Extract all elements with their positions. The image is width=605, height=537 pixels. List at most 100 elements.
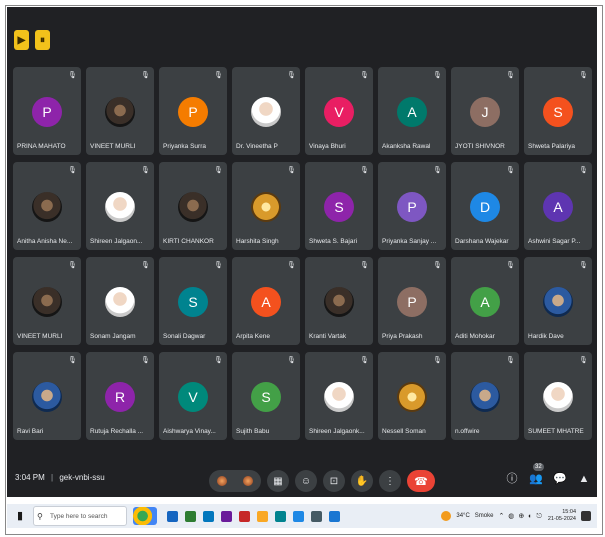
participant-name: Aishwarya Vinay... [163,428,216,435]
tray-icons[interactable]: ⌃ ◍ ⊕ ◐ ⎋ [498,512,542,521]
participant-tile[interactable]: 🎙 S Shweta S. Bajari [305,162,373,250]
emoji-button[interactable]: ☺ [295,470,317,492]
mic-off-icon: 🎙 [214,167,223,174]
captions-button[interactable]: ▦ [267,470,289,492]
participant-tile[interactable]: 🎙 R Rutuja Rechalla ... [86,352,154,440]
mic-off-icon: 🎙 [68,262,77,269]
participant-tile[interactable]: 🎙 Ravi Bari [13,352,81,440]
taskbar-search[interactable]: ⚲ Type here to search [33,506,127,526]
participant-name: Arpita Kene [236,333,270,340]
participant-tile[interactable]: 🎙 A Aditi Mohokar [451,257,519,345]
pause-indicator-icon[interactable]: ⏸ [35,30,50,50]
participant-name: Hardik Dave [528,333,564,340]
record-indicator-icon[interactable]: ▶ [14,30,29,50]
activities-icon[interactable]: ▲ [577,472,591,486]
mic-off-icon: 🎙 [579,167,588,174]
participant-name: Sonali Dagwar [163,333,206,340]
participant-tile[interactable]: 🎙 Nessell Soman [378,352,446,440]
taskbar-app-icon[interactable] [275,510,286,522]
separator: | [51,473,54,482]
participant-name: Shweta Palariya [528,143,575,150]
participant-tile[interactable]: 🎙 P Priya Prakash [378,257,446,345]
participant-tile[interactable]: 🎙 Anitha Anisha Ne... [13,162,81,250]
mic-off-icon: 🎙 [360,167,369,174]
taskbar-app-icon[interactable] [167,510,178,522]
avatar [105,192,135,222]
mic-off-icon: 🎙 [141,357,150,364]
mic-off-icon: 🎙 [287,262,296,269]
participant-tile[interactable]: 🎙 Shireen Jalgaonk... [305,352,373,440]
participant-tile[interactable]: 🎙 D Darshana Wajekar [451,162,519,250]
meeting-details-icon[interactable]: ⓘ [505,472,519,486]
people-button[interactable]: 32 👥 [529,463,544,486]
taskbar-app-icon[interactable] [293,510,304,522]
avatar: J [470,97,500,127]
participant-tile[interactable]: 🎙 KIRTI CHANKOR [159,162,227,250]
avatar: A [470,287,500,317]
mic-off-icon: 🎙 [360,357,369,364]
participant-tile[interactable]: 🎙 VINEET MURLI [13,257,81,345]
participant-name: JYOTI SHIVNOR [455,143,505,150]
participant-tile[interactable]: 🎙 V Vinaya Bhuri [305,67,373,155]
reactions-button[interactable] [209,470,261,492]
participant-tile[interactable]: 🎙 P PRINA MAHATO [13,67,81,155]
participant-tile[interactable]: 🎙 S Shweta Palariya [524,67,592,155]
participant-tile[interactable]: 🎙 V Aishwarya Vinay... [159,352,227,440]
widgets-icon[interactable] [133,507,157,525]
end-call-button[interactable]: ☎ [407,470,435,492]
mic-off-icon: 🎙 [141,262,150,269]
taskbar-app-icon[interactable] [329,510,340,522]
taskbar-app-icon[interactable] [239,510,250,522]
avatar [324,287,354,317]
avatar: A [543,192,573,222]
mic-off-icon: 🎙 [287,357,296,364]
participant-name: PRINA MAHATO [17,143,66,150]
participant-tile[interactable]: 🎙 S Sonali Dagwar [159,257,227,345]
participant-name: Rutuja Rechalla ... [90,428,144,435]
participant-tile[interactable]: 🎙 Harshita Singh [232,162,300,250]
participant-name: Priyanka Sanjay ... [382,238,437,245]
taskbar-app-icon[interactable] [185,510,196,522]
participant-tile[interactable]: 🎙 Hardik Dave [524,257,592,345]
windows-taskbar: ▮ ⚲ Type here to search 34°C Smoke ⌃ ◍ ⊕… [7,504,597,528]
participant-tile[interactable]: 🎙 P Priyanka Sanjay ... [378,162,446,250]
center-controls: ▦ ☺ ⊡ ✋ ⋮ ☎ [209,470,435,492]
mic-off-icon: 🎙 [68,167,77,174]
mic-off-icon: 🎙 [433,167,442,174]
participant-tile[interactable]: 🎙 VINEET MURLI [86,67,154,155]
participant-tile[interactable]: 🎙 A Akanksha Rawal [378,67,446,155]
participant-tile[interactable]: 🎙 Dr. Vineetha P [232,67,300,155]
more-options-button[interactable]: ⋮ [379,470,401,492]
avatar: S [324,192,354,222]
start-button[interactable]: ▮ [13,509,27,523]
meeting-controls-bar: 3:04 PM | gek-vnbi-ssu ▦ ☺ ⊡ ✋ ⋮ ☎ ⓘ 32 … [7,463,597,497]
taskbar-app-icon[interactable] [203,510,214,522]
taskbar-app-icon[interactable] [257,510,268,522]
participant-tile[interactable]: 🎙 P Priyanka Surra [159,67,227,155]
participant-name: Nessell Soman [382,428,426,435]
raise-hand-button[interactable]: ✋ [351,470,373,492]
participant-tile[interactable]: 🎙 n.offwire [451,352,519,440]
participant-tile[interactable]: 🎙 A Ashwini Sagar P... [524,162,592,250]
present-button[interactable]: ⊡ [323,470,345,492]
avatar [105,287,135,317]
participant-tile[interactable]: 🎙 Sonam Jangam [86,257,154,345]
taskbar-app-icon[interactable] [221,510,232,522]
participant-tile[interactable]: 🎙 Shireen Jalgaon... [86,162,154,250]
notification-icon[interactable] [581,511,591,521]
participant-tile[interactable]: 🎙 SUMEET MHATRE [524,352,592,440]
chat-icon[interactable]: 💬 [553,472,567,486]
participant-tile[interactable]: 🎙 A Arpita Kene [232,257,300,345]
participant-name: VINEET MURLI [17,333,63,340]
participant-tile[interactable]: 🎙 Kranti Vartak [305,257,373,345]
right-controls: ⓘ 32 👥 💬 ▲ [505,463,591,486]
participant-name: Harshita Singh [236,238,279,245]
temperature: 34°C [456,513,470,519]
clock[interactable]: 15:04 21-05-2024 [548,509,576,523]
avatar: P [397,192,427,222]
participant-tile[interactable]: 🎙 S Sujith Babu [232,352,300,440]
participant-tile[interactable]: 🎙 J JYOTI SHIVNOR [451,67,519,155]
taskbar-app-icon[interactable] [311,510,322,522]
avatar: P [178,97,208,127]
top-left-icons: ▶ ⏸ [14,30,50,50]
